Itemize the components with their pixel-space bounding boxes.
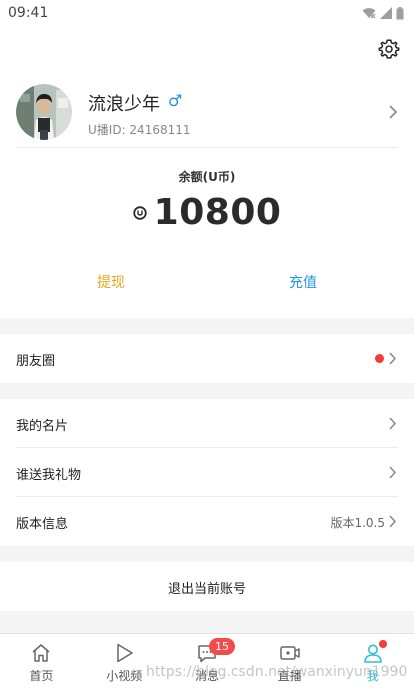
bottom-tab-bar: 首页 小视频 15 消息 直播 我: [0, 633, 414, 688]
tab-label: 直播: [277, 669, 302, 683]
section-gap: [0, 383, 414, 399]
menu-item-label: 版本信息: [16, 517, 69, 532]
gear-icon[interactable]: [378, 38, 400, 60]
tab-me[interactable]: 我: [331, 634, 414, 688]
divider: [16, 147, 398, 148]
recharge-button[interactable]: 充值: [289, 272, 317, 292]
section-gap: [0, 611, 414, 635]
withdraw-button[interactable]: 提现: [97, 272, 125, 292]
menu-item-moments[interactable]: 朋友圈: [0, 334, 414, 383]
logout-label: 退出当前账号: [167, 582, 246, 597]
battery-icon: [396, 6, 404, 19]
live-camera-icon: [280, 646, 300, 660]
tab-label: 消息: [194, 669, 219, 683]
notification-dot: [378, 640, 387, 648]
balance-section: 余额(U币) 10800 提现 充值: [0, 152, 414, 318]
menu-item-label: 我的名片: [16, 419, 69, 434]
chevron-right-icon: [389, 466, 397, 479]
tab-live[interactable]: 直播: [248, 634, 331, 688]
tab-short-video[interactable]: 小视频: [83, 634, 166, 688]
top-bar: [0, 26, 414, 72]
logout-button[interactable]: 退出当前账号: [0, 562, 414, 611]
wifi-icon: [362, 8, 376, 19]
coin-icon: [132, 205, 147, 220]
menu-item-my-card[interactable]: 我的名片: [0, 399, 414, 448]
status-bar: 09:41: [0, 0, 414, 26]
play-icon: [117, 643, 133, 663]
chevron-right-icon: [389, 352, 397, 365]
chevron-right-icon: [389, 105, 398, 119]
balance-amount: 10800: [153, 192, 282, 233]
section-gap: [0, 318, 414, 334]
status-time: 09:41: [8, 5, 49, 21]
menu-item-gifts[interactable]: 谁送我礼物: [0, 448, 414, 497]
notification-dot: [375, 354, 384, 363]
user-id: U播ID: 24168111: [88, 123, 191, 137]
balance-label: 余额(U币): [178, 170, 236, 184]
chevron-right-icon: [389, 417, 397, 430]
signal-icon: [380, 7, 392, 19]
section-gap: [0, 546, 414, 562]
menu-item-label: 谁送我礼物: [16, 468, 82, 483]
nickname: 流浪少年: [88, 94, 160, 115]
tab-messages[interactable]: 15 消息: [166, 634, 249, 688]
unread-badge: 15: [208, 638, 235, 655]
balance-amount-wrap: 10800: [0, 192, 414, 233]
gender-male-icon: ♂: [168, 91, 183, 110]
profile-section[interactable]: 流浪少年 ♂ U播ID: 24168111: [0, 72, 414, 152]
tab-label: 小视频: [106, 669, 143, 683]
version-value: 版本1.0.5: [330, 516, 385, 530]
tab-label: 我: [366, 669, 379, 683]
home-icon: [32, 644, 50, 662]
menu-item-version[interactable]: 版本信息 版本1.0.5: [0, 497, 414, 546]
tab-home[interactable]: 首页: [0, 634, 83, 688]
status-icons: [362, 6, 404, 20]
chevron-right-icon: [389, 515, 397, 528]
avatar[interactable]: [16, 84, 72, 140]
menu-item-label: 朋友圈: [16, 354, 56, 369]
tab-label: 首页: [29, 669, 54, 683]
